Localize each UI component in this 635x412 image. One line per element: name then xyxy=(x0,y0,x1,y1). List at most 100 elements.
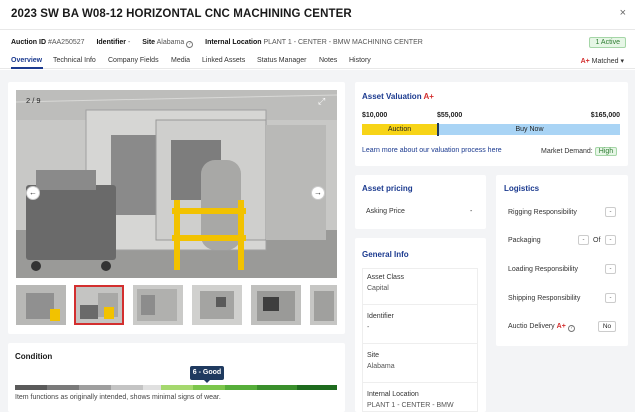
auctio-delivery-label: Auctio Delivery xyxy=(508,323,555,330)
condition-segment xyxy=(257,385,297,390)
asset-meta-row: Auction ID #AA250527 Identifier - Site A… xyxy=(11,39,423,48)
loading-label: Loading Responsibility xyxy=(508,266,579,273)
divider xyxy=(363,382,477,383)
packaging-total-select[interactable]: - xyxy=(605,235,616,245)
auction-id-value: #AA250527 xyxy=(47,39,85,46)
thumbnail[interactable] xyxy=(251,285,301,325)
thumbnail-selected[interactable] xyxy=(74,285,124,325)
internal-location-value: PLANT 1 - CENTER - BMW MACHINING CENTER xyxy=(263,39,423,46)
condition-segment xyxy=(193,385,225,390)
packaging-label: Packaging xyxy=(508,237,541,244)
condition-rating-bar xyxy=(15,385,337,390)
auction-id-label: Auction ID xyxy=(11,39,46,46)
thumbnail-image-icon xyxy=(192,285,242,325)
shipping-label: Shipping Responsibility xyxy=(508,295,581,302)
thumbnail[interactable] xyxy=(16,285,66,325)
loading-select[interactable]: - xyxy=(605,264,616,274)
main-photo[interactable] xyxy=(16,90,337,278)
tab-bar: Overview Technical Info Company Fields M… xyxy=(0,53,635,69)
chevron-down-icon: ▾ xyxy=(620,58,624,65)
thumbnail[interactable] xyxy=(192,285,242,325)
thumbnail[interactable] xyxy=(133,285,183,325)
condition-segment xyxy=(111,385,143,390)
tab-media[interactable]: Media xyxy=(171,57,190,64)
page-title: 2023 SW BA W08-12 HORIZONTAL CNC MACHINI… xyxy=(11,8,352,20)
help-circle-icon[interactable]: ? xyxy=(567,325,575,332)
aplus-logo-icon: A+ xyxy=(580,58,590,65)
packaging-of-label: Of xyxy=(593,237,601,244)
valuation-low: $10,000 xyxy=(362,112,388,119)
photo-counter: 2 / 9 xyxy=(26,96,41,105)
logistics-title: Logistics xyxy=(504,184,540,193)
tab-overview[interactable]: Overview xyxy=(11,57,42,64)
gi-site-label: Site xyxy=(367,352,380,359)
thumbnail-image-icon xyxy=(133,285,183,325)
asking-price-label: Asking Price xyxy=(366,208,405,215)
asset-class-label: Asset Class xyxy=(367,274,404,281)
next-arrow-icon[interactable]: → xyxy=(311,186,325,200)
status-badge[interactable]: 1 Active xyxy=(589,37,626,48)
divider xyxy=(363,304,477,305)
general-info-title: General Info xyxy=(362,250,409,259)
asking-price-value: - xyxy=(470,208,473,215)
valuation-mid: $55,000 xyxy=(437,112,463,119)
pricing-title: Asset pricing xyxy=(362,184,413,193)
market-demand: Market Demand: High xyxy=(541,147,618,156)
expand-icon[interactable]: ⤢ xyxy=(318,96,325,107)
condition-description: Item functions as originally intended, s… xyxy=(15,394,221,401)
internal-location-label: Internal Location xyxy=(205,39,262,46)
tab-technical-info[interactable]: Technical Info xyxy=(53,57,96,64)
thumbnail[interactable] xyxy=(310,285,337,325)
condition-segment xyxy=(225,385,257,390)
valuation-title-text: Asset Valuation xyxy=(362,92,422,101)
tab-status-manager[interactable]: Status Manager xyxy=(257,57,306,64)
gi-identifier-value: - xyxy=(367,324,370,331)
tab-notes[interactable]: Notes xyxy=(319,57,337,64)
site-label: Site xyxy=(142,39,156,46)
auctio-delivery-row: Auctio Delivery A+ ? xyxy=(508,323,575,332)
matched-dropdown[interactable]: A+ Matched ▾ xyxy=(581,57,624,65)
divider xyxy=(363,343,477,344)
tab-linked-assets[interactable]: Linked Assets xyxy=(202,57,245,64)
thumbnail-image-icon xyxy=(16,285,66,325)
gi-identifier-label: Identifier xyxy=(367,313,394,320)
condition-card xyxy=(8,343,345,412)
prev-arrow-icon[interactable]: ← xyxy=(26,186,40,200)
asset-class-value: Capital xyxy=(367,285,389,292)
gi-site-value: Alabama xyxy=(367,363,395,370)
rigging-select[interactable]: - xyxy=(605,207,616,217)
active-tab-indicator xyxy=(11,67,43,69)
condition-segment xyxy=(297,385,337,390)
condition-segment xyxy=(161,385,193,390)
condition-segment xyxy=(79,385,111,390)
cnc-machine-photo-icon xyxy=(16,90,337,278)
tab-company-fields[interactable]: Company Fields xyxy=(108,57,159,64)
auction-segment: Auction xyxy=(362,124,437,135)
thumbnail-image-icon xyxy=(251,285,301,325)
thumbnail-strip xyxy=(16,285,337,325)
matched-label: Matched xyxy=(591,58,619,65)
condition-segment xyxy=(15,385,47,390)
help-circle-icon[interactable]: ? xyxy=(186,41,194,48)
gi-internal-location-value: PLANT 1 - CENTER - BMW xyxy=(367,402,454,409)
identifier-value: - xyxy=(127,39,131,46)
thumbnail-image-icon xyxy=(76,287,122,323)
thumbnail-image-icon xyxy=(310,285,337,325)
condition-rating-tooltip: 6 - Good xyxy=(190,366,224,383)
aplus-logo-icon: A+ xyxy=(423,92,434,101)
condition-segment xyxy=(143,385,161,390)
shipping-select[interactable]: - xyxy=(605,293,616,303)
packaging-quantity-select[interactable]: - xyxy=(578,235,589,245)
valuation-learn-more-link[interactable]: Learn more about our valuation process h… xyxy=(362,147,502,154)
rigging-label: Rigging Responsibility xyxy=(508,209,577,216)
condition-title: Condition xyxy=(15,352,53,361)
tab-history[interactable]: History xyxy=(349,57,371,64)
valuation-high: $165,000 xyxy=(590,112,620,119)
valuation-title: Asset Valuation A+ xyxy=(362,92,434,101)
identifier-label: Identifier xyxy=(96,39,127,46)
valuation-range-labels: $10,000 $55,000 $165,000 xyxy=(362,112,620,122)
auctio-delivery-select[interactable]: No xyxy=(598,321,616,332)
buy-now-segment: Buy Now xyxy=(439,124,620,135)
market-demand-badge: High xyxy=(594,147,618,156)
close-icon[interactable]: × xyxy=(620,7,626,19)
